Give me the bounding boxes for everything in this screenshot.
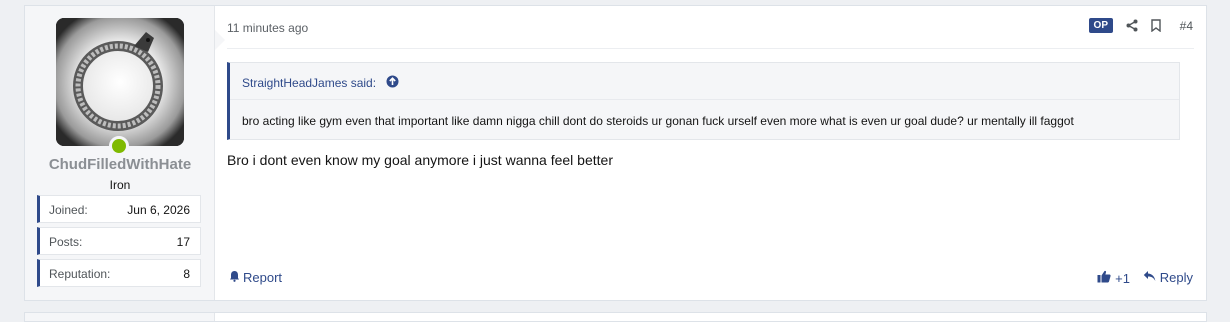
stat-posts: Posts: 17	[37, 227, 201, 255]
quote-author[interactable]: StraightHeadJames said:	[242, 76, 376, 90]
op-badge: OP	[1088, 18, 1113, 33]
stat-value: 17	[176, 235, 190, 249]
quote-header: StraightHeadJames said:	[230, 63, 1179, 100]
stat-label: Joined:	[49, 203, 88, 217]
user-arrow	[215, 30, 225, 50]
post-container: ChudFilledWithHate Iron Joined: Jun 6, 2…	[24, 5, 1207, 301]
user-column: ChudFilledWithHate Iron Joined: Jun 6, 2…	[25, 6, 215, 300]
user-title: Iron	[109, 178, 131, 192]
reply-button[interactable]: Reply	[1143, 270, 1193, 285]
quote-text: bro acting like gym even that important …	[242, 114, 1074, 128]
like-button[interactable]: +1	[1097, 270, 1130, 286]
message-header: 11 minutes ago OP #4	[227, 6, 1194, 49]
reply-label: Reply	[1159, 270, 1193, 285]
next-post-user-column	[25, 313, 215, 321]
stat-value: 8	[183, 267, 190, 281]
bell-icon	[229, 270, 240, 285]
reply-icon	[1143, 270, 1156, 285]
next-post	[24, 312, 1207, 322]
bookmark-icon[interactable]	[1151, 19, 1161, 37]
ouroboros-image	[56, 18, 184, 146]
stat-joined: Joined: Jun 6, 2026	[37, 195, 201, 223]
online-status-indicator	[109, 136, 129, 156]
avatar[interactable]	[56, 18, 184, 146]
report-link[interactable]: Report	[229, 270, 282, 285]
username[interactable]: ChudFilledWithHate	[25, 156, 215, 173]
quote-block: StraightHeadJames said: bro acting like …	[227, 62, 1180, 140]
stat-label: Posts:	[49, 235, 83, 249]
stat-reputation: Reputation: 8	[37, 259, 201, 287]
stat-label: Reputation:	[49, 267, 111, 281]
message-footer: Report +1 Reply	[227, 268, 1194, 288]
stat-value: Jun 6, 2026	[127, 203, 190, 217]
post-number[interactable]: #4	[1180, 19, 1193, 33]
like-count: +1	[1115, 270, 1130, 286]
message-body: Bro i dont even know my goal anymore i j…	[227, 152, 613, 168]
arrow-up-circle-icon[interactable]	[386, 75, 399, 91]
thumbs-up-icon	[1097, 270, 1111, 286]
report-label: Report	[243, 270, 283, 285]
share-icon[interactable]	[1126, 19, 1138, 37]
post-time[interactable]: 11 minutes ago	[227, 21, 308, 35]
